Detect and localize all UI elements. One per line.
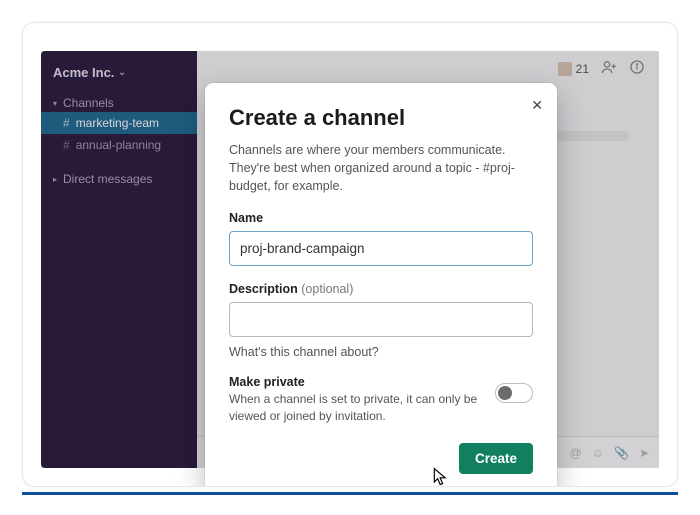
accent-underline (22, 492, 678, 495)
modal-subtitle: Channels are where your members communic… (229, 141, 533, 195)
close-icon[interactable]: ✕ (531, 97, 543, 114)
channel-name-input[interactable] (229, 231, 533, 266)
caret-right-icon: ▸ (53, 175, 57, 184)
member-count-value: 21 (576, 62, 589, 76)
create-channel-modal: Create a channel ✕ Channels are where yo… (205, 83, 557, 487)
optional-hint: (optional) (301, 282, 353, 296)
sidebar-item-marketing-team[interactable]: # marketing-team (41, 112, 197, 134)
private-toggle[interactable] (495, 383, 533, 403)
caret-down-icon: ▾ (53, 99, 57, 108)
send-icon[interactable]: ➤ (639, 446, 649, 460)
description-label: Description (optional) (229, 282, 533, 296)
create-button[interactable]: Create (459, 443, 533, 474)
name-label: Name (229, 211, 533, 225)
make-private-title: Make private (229, 375, 481, 389)
attach-icon[interactable]: 📎 (614, 446, 629, 460)
sidebar: Acme Inc. ⌄ ▾ Channels # marketing-team … (41, 51, 197, 468)
add-user-icon[interactable] (601, 59, 617, 78)
make-private-row: Make private When a channel is set to pr… (229, 375, 533, 425)
chevron-down-icon: ⌄ (118, 67, 126, 78)
emoji-icon[interactable]: ☺ (592, 446, 604, 460)
toggle-knob (498, 386, 512, 400)
hash-icon: # (63, 116, 70, 130)
channel-topbar: 21 (558, 59, 645, 78)
sidebar-section-dms[interactable]: ▸ Direct messages (41, 166, 197, 188)
description-helper: What's this channel about? (229, 345, 533, 359)
description-label-text: Description (229, 282, 298, 296)
member-count[interactable]: 21 (558, 62, 589, 76)
channel-label: marketing-team (76, 116, 159, 130)
channel-label: annual-planning (76, 138, 161, 152)
channels-label: Channels (63, 96, 114, 110)
workspace-switcher[interactable]: Acme Inc. ⌄ (41, 51, 197, 90)
mention-icon[interactable]: @ (570, 446, 582, 460)
hash-icon: # (63, 138, 70, 152)
info-icon[interactable] (629, 59, 645, 78)
sidebar-item-annual-planning[interactable]: # annual-planning (41, 134, 197, 156)
workspace-name: Acme Inc. (53, 65, 114, 80)
channel-description-input[interactable] (229, 302, 533, 337)
avatar-icon (558, 62, 572, 76)
dm-label: Direct messages (63, 172, 152, 186)
make-private-desc: When a channel is set to private, it can… (229, 391, 481, 425)
sidebar-section-channels[interactable]: ▾ Channels (41, 90, 197, 112)
modal-title: Create a channel (229, 105, 533, 131)
